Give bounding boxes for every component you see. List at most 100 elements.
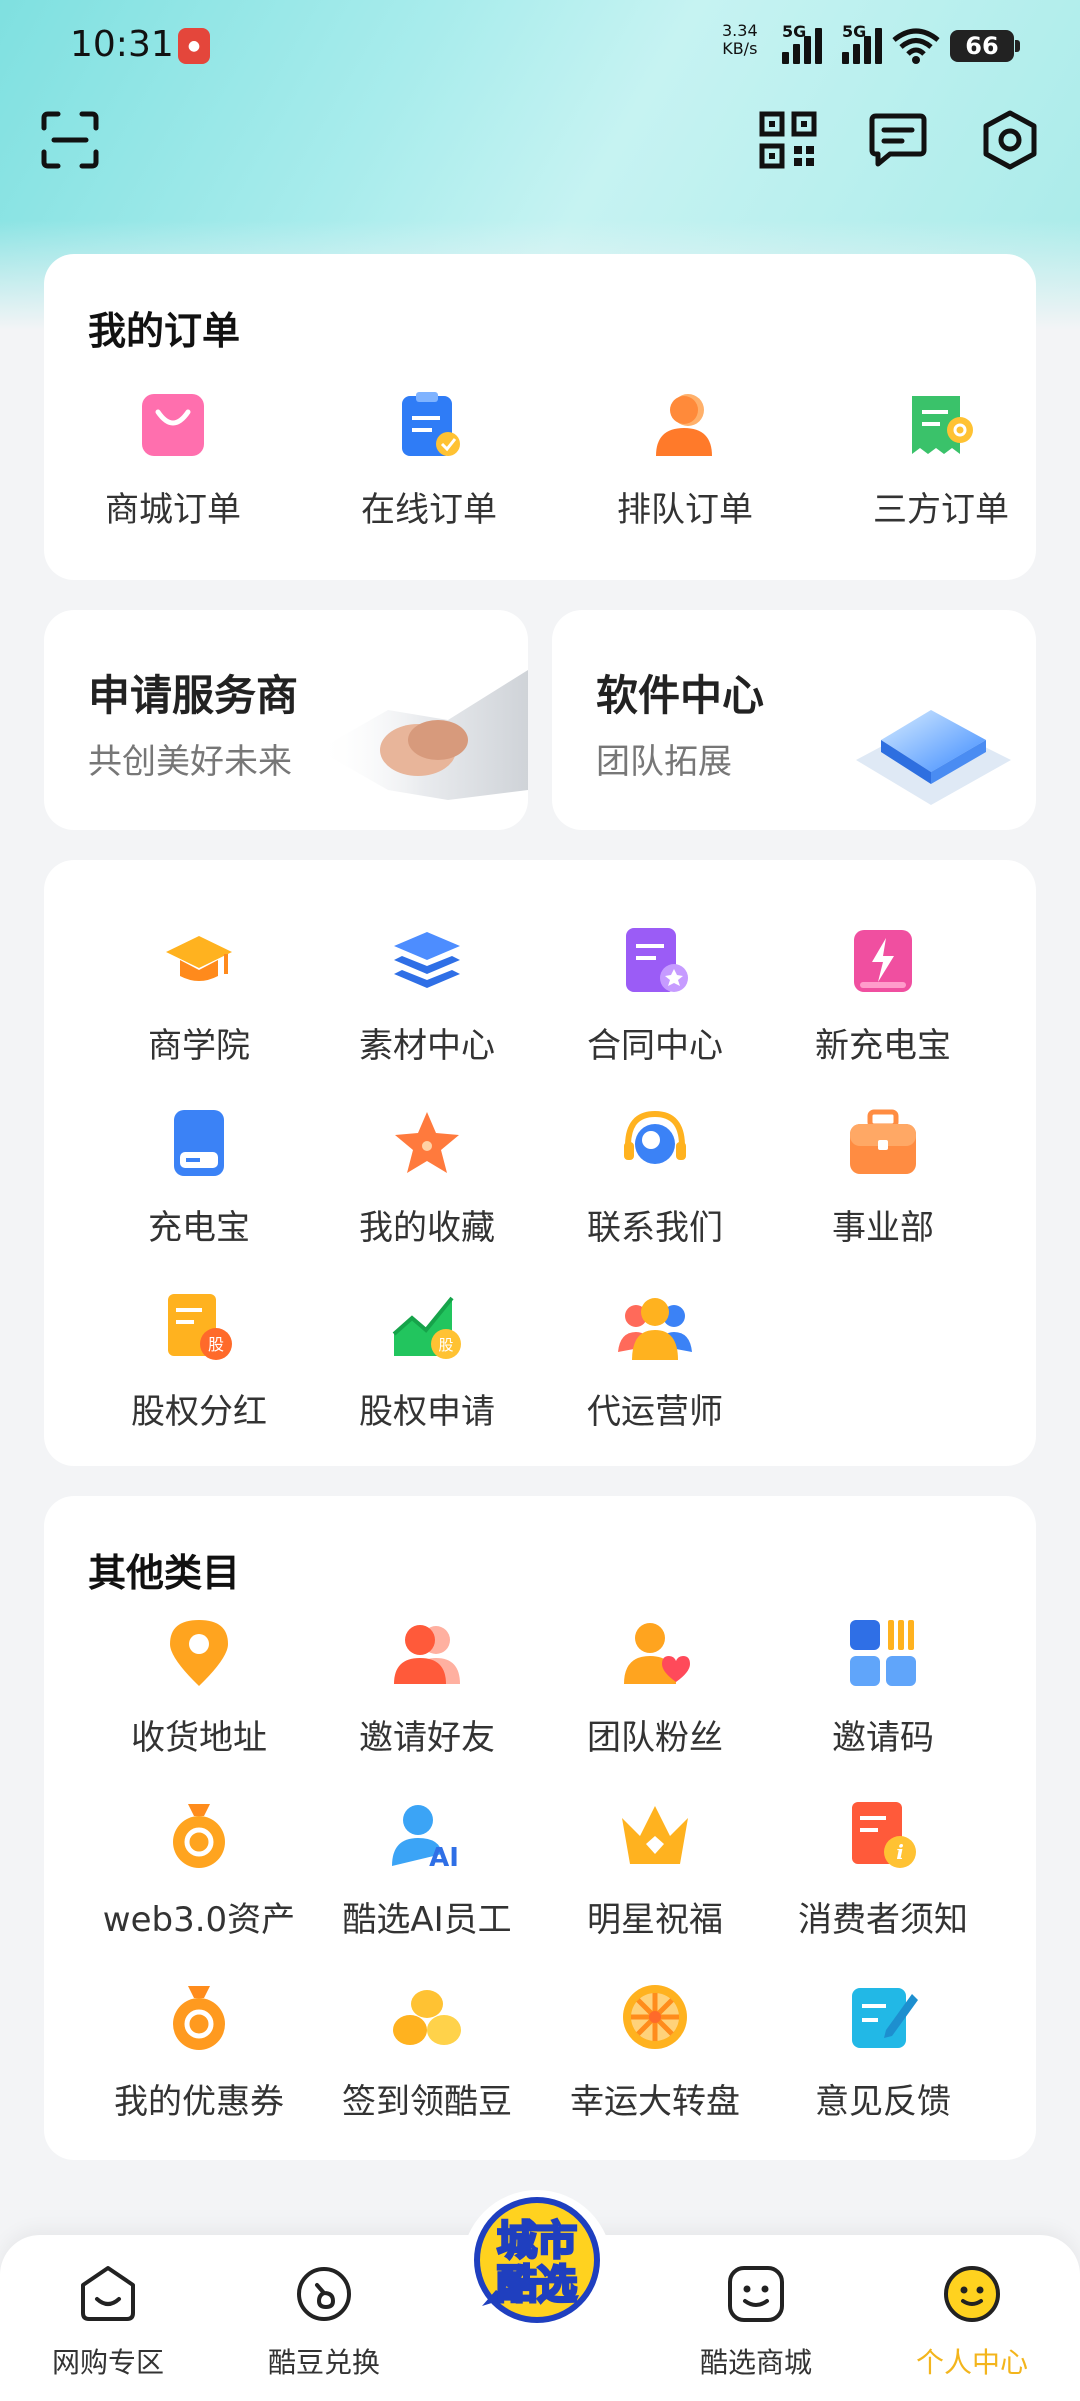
- promo-title: 软件中心: [596, 671, 765, 720]
- tab-shopping-zone[interactable]: 网购专区: [28, 2263, 188, 2381]
- tool-business-division[interactable]: 事业部: [770, 1106, 996, 1249]
- other-invite-friends[interactable]: 邀请好友: [314, 1616, 540, 1759]
- other-label: 团队粉丝: [587, 1718, 723, 1758]
- other-label: 邀请码: [832, 1718, 934, 1758]
- notice-document-icon: i: [852, 1802, 916, 1868]
- battery-icon: [174, 1110, 224, 1176]
- tab-label: 网购专区: [51, 2346, 164, 2379]
- tool-label: 事业部: [832, 1208, 934, 1248]
- promo-subtitle: 共创美好未来: [88, 742, 292, 782]
- personal-center-icon: [944, 2266, 1000, 2322]
- tab-label: 个人中心: [915, 2346, 1028, 2379]
- order-item-label: 排队订单: [617, 490, 753, 530]
- tool-favorites[interactable]: 我的收藏: [314, 1106, 540, 1249]
- person-icon: [656, 394, 712, 456]
- tool-label: 素材中心: [359, 1026, 495, 1066]
- tool-label: 股权申请: [359, 1392, 495, 1432]
- receipt-icon: [912, 396, 973, 454]
- logo-text-line2: 酷选: [497, 2262, 577, 2308]
- other-label: web3.0资产: [102, 1900, 296, 1940]
- equity-document-icon: 股: [168, 1294, 232, 1360]
- handshake-image: [318, 670, 528, 800]
- network-speed: 3.34 KB/s: [722, 22, 758, 58]
- tab-label: 酷选商城: [699, 2346, 812, 2379]
- other-label: 签到领酷豆: [342, 2082, 512, 2122]
- order-item-queue[interactable]: 排队订单: [572, 388, 798, 531]
- network-type-label: 5G: [842, 22, 867, 41]
- customer-service-icon: [624, 1110, 686, 1164]
- ai-employee-icon: AI: [392, 1805, 459, 1873]
- tool-contract-center[interactable]: 合同中心: [542, 924, 768, 1067]
- contract-icon: [626, 928, 688, 992]
- tool-label: 我的收藏: [359, 1208, 495, 1248]
- other-team-fans[interactable]: 团队粉丝: [542, 1616, 768, 1759]
- order-item-mall[interactable]: 商城订单: [60, 388, 286, 531]
- tool-label: 代运营师: [587, 1392, 723, 1432]
- tab-bean-exchange[interactable]: 酷豆兑换: [244, 2263, 404, 2381]
- other-ai-employee[interactable]: AI 酷选AI员工: [314, 1798, 540, 1941]
- graduation-cap-icon: [166, 936, 232, 981]
- other-invite-code[interactable]: 邀请码: [770, 1616, 996, 1759]
- scan-icon[interactable]: [40, 110, 100, 170]
- order-item-label: 三方订单: [873, 490, 1009, 530]
- tool-label: 充电宝: [148, 1208, 250, 1248]
- other-label: 意见反馈: [815, 2082, 951, 2122]
- promo-software-center[interactable]: 软件中心 团队拓展: [552, 610, 1036, 830]
- other-feedback[interactable]: 意见反馈: [770, 1980, 996, 2123]
- tool-equity-dividend[interactable]: 股 股权分红: [86, 1290, 312, 1433]
- promo-apply-provider[interactable]: 申请服务商 共创美好未来: [44, 610, 528, 830]
- tab-mall[interactable]: 酷选商城: [676, 2263, 836, 2381]
- message-icon[interactable]: [868, 110, 928, 170]
- tab-label: 酷豆兑换: [267, 2346, 380, 2379]
- other-coupons[interactable]: 我的优惠券: [86, 1980, 312, 2123]
- status-time: 10:31: [70, 24, 174, 65]
- tool-label: 股权分红: [131, 1392, 267, 1432]
- other-lucky-wheel[interactable]: 幸运大转盘: [542, 1980, 768, 2123]
- fans-icon: [624, 1623, 690, 1684]
- chip-image: [856, 710, 1011, 805]
- order-item-online[interactable]: 在线订单: [316, 388, 542, 531]
- tool-business-school[interactable]: 商学院: [86, 924, 312, 1067]
- other-checkin-beans[interactable]: 签到领酷豆: [314, 1980, 540, 2123]
- crown-icon: [622, 1806, 688, 1864]
- network-type-label: 5G: [782, 22, 807, 41]
- svg-text:股: 股: [208, 1335, 224, 1354]
- tool-label: 商学院: [148, 1026, 250, 1066]
- qr-code-icon[interactable]: [758, 110, 818, 170]
- wheel-icon: [623, 1985, 687, 2049]
- city-select-logo-button[interactable]: 城市 酷选: [462, 2190, 612, 2340]
- other-label: 明星祝福: [587, 1900, 723, 1940]
- briefcase-icon: [850, 1109, 916, 1174]
- other-star-blessing[interactable]: 明星祝福: [542, 1798, 768, 1941]
- star-icon: [395, 1112, 459, 1173]
- tab-personal-center[interactable]: 个人中心: [892, 2263, 1052, 2381]
- grid-code-icon: [850, 1620, 916, 1686]
- shopping-zone-icon: [81, 2266, 135, 2321]
- other-label: 消费者须知: [798, 1900, 968, 1940]
- tools-card: 商学院 素材中心 合同中心 新充电宝 充电宝 我的收藏 联系我们 事业部 股 股…: [44, 860, 1036, 1466]
- feedback-edit-icon: [852, 1988, 918, 2048]
- tool-equity-apply[interactable]: 股 股权申请: [314, 1290, 540, 1433]
- tool-power-bank[interactable]: 充电宝: [86, 1106, 312, 1249]
- other-web3-assets[interactable]: web3.0资产: [86, 1798, 312, 1941]
- team-icon: [618, 1298, 692, 1360]
- other-label: 酷选AI员工: [342, 1900, 512, 1940]
- money-bag-icon: [173, 1804, 225, 1868]
- network-speed-value: 3.34: [722, 21, 758, 40]
- tool-new-power-bank[interactable]: 新充电宝: [770, 924, 996, 1067]
- tool-operator[interactable]: 代运营师: [542, 1290, 768, 1433]
- other-consumer-notice[interactable]: i 消费者须知: [770, 1798, 996, 1941]
- tool-label: 联系我们: [587, 1208, 723, 1248]
- other-label: 收货地址: [131, 1718, 267, 1758]
- order-item-label: 在线订单: [361, 490, 497, 530]
- settings-icon[interactable]: [980, 110, 1040, 170]
- city-select-logo: 城市 酷选: [474, 2197, 600, 2323]
- wifi-icon: [892, 28, 940, 64]
- tool-label: 合同中心: [587, 1026, 723, 1066]
- promo-subtitle: 团队拓展: [596, 742, 732, 782]
- other-address[interactable]: 收货地址: [86, 1616, 312, 1759]
- order-item-third-party[interactable]: 三方订单: [828, 388, 1054, 531]
- tool-contact-us[interactable]: 联系我们: [542, 1106, 768, 1249]
- tool-material-center[interactable]: 素材中心: [314, 924, 540, 1067]
- notification-app-icon: ●: [178, 28, 210, 64]
